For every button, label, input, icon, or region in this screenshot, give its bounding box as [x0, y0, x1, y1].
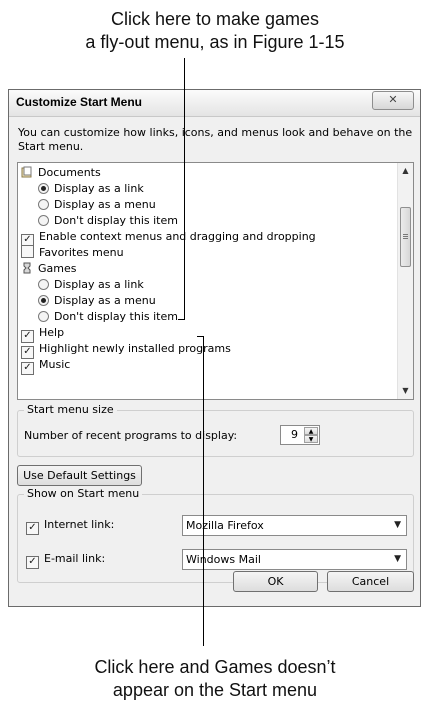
- list-item-documents-hide[interactable]: Don't display this item: [38, 213, 178, 229]
- close-button[interactable]: ✕: [372, 91, 414, 110]
- spin-down-icon[interactable]: ▼: [304, 435, 318, 443]
- top-annotation-line-1: Click here to make games: [110, 9, 320, 29]
- games-icon: [23, 262, 31, 274]
- scroll-thumb[interactable]: [400, 207, 411, 267]
- ok-button[interactable]: OK: [233, 571, 318, 592]
- customize-start-menu-dialog: Customize Start Menu ✕ You can customize…: [8, 89, 421, 607]
- list-item-help[interactable]: ✓ Help: [21, 325, 64, 343]
- list-item-highlight[interactable]: ✓ Highlight newly installed programs: [21, 341, 231, 359]
- email-link-row[interactable]: ✓ E-mail link:: [26, 552, 105, 569]
- chevron-down-icon: ▼: [394, 554, 401, 564]
- documents-menu-radio[interactable]: [38, 199, 49, 210]
- email-link-select[interactable]: Windows Mail ▼: [182, 549, 407, 570]
- start-menu-items-list[interactable]: Documents Display as a link Display as a…: [17, 162, 414, 400]
- scroll-down-icon[interactable]: ▼: [398, 383, 413, 399]
- cancel-button[interactable]: Cancel: [327, 571, 414, 592]
- dialog-description: You can customize how links, icons, and …: [18, 126, 413, 153]
- documents-icon: [21, 166, 32, 178]
- list-item-context-menus[interactable]: ✓ Enable context menus and dragging and d…: [21, 229, 316, 247]
- list-item-documents-link[interactable]: Display as a link: [38, 181, 144, 197]
- games-hide-radio[interactable]: [38, 311, 49, 322]
- bottom-annotation-line-2: appear on the Start menu: [112, 680, 318, 700]
- list-item-games-hide[interactable]: Don't display this item: [38, 309, 178, 325]
- internet-link-select[interactable]: Mozilla Firefox ▼: [182, 515, 407, 536]
- show-on-start-title: Show on Start menu: [24, 487, 143, 501]
- top-annotation-line-2: a fly-out menu, as in Figure 1-15: [85, 32, 345, 52]
- dialog-title: Customize Start Menu: [16, 95, 143, 109]
- recent-programs-value: 9: [291, 428, 298, 441]
- list-item-music[interactable]: ✓ Music: [21, 357, 70, 375]
- list-item-documents-menu[interactable]: Display as a menu: [38, 197, 156, 213]
- email-link-checkbox[interactable]: ✓: [26, 556, 39, 569]
- chevron-down-icon: ▼: [394, 520, 401, 530]
- spin-up-icon[interactable]: ▲: [304, 427, 318, 435]
- documents-link-radio[interactable]: [38, 183, 49, 194]
- use-default-settings-button[interactable]: Use Default Settings: [17, 465, 142, 486]
- games-link-radio[interactable]: [38, 279, 49, 290]
- scroll-up-icon[interactable]: ▲: [398, 163, 413, 179]
- list-item-games-link[interactable]: Display as a link: [38, 277, 144, 293]
- start-menu-size-title: Start menu size: [24, 403, 117, 417]
- favorites-checkbox[interactable]: [21, 245, 34, 258]
- list-item-games: Games: [21, 261, 76, 277]
- internet-link-checkbox[interactable]: ✓: [26, 522, 39, 535]
- top-callout-line: [184, 58, 185, 319]
- close-icon: ✕: [388, 93, 398, 106]
- list-item-documents: Documents: [21, 165, 101, 181]
- dialog-body: You can customize how links, icons, and …: [11, 117, 418, 604]
- title-bar: Customize Start Menu ✕: [9, 90, 420, 117]
- start-menu-size-group: Start menu size Number of recent program…: [17, 403, 414, 457]
- recent-programs-label: Number of recent programs to display:: [24, 429, 238, 442]
- bottom-annotation: Click here and Games doesn’t appear on t…: [0, 656, 430, 702]
- bottom-annotation-line-1: Click here and Games doesn’t: [94, 657, 336, 677]
- documents-hide-radio[interactable]: [38, 215, 49, 226]
- bottom-callout-tick: [197, 336, 204, 337]
- games-menu-radio[interactable]: [38, 295, 49, 306]
- show-on-start-group: Show on Start menu ✓ Internet link: Mozil…: [17, 487, 414, 583]
- list-item-favorites[interactable]: Favorites menu: [21, 245, 124, 261]
- music-checkbox[interactable]: ✓: [21, 362, 34, 375]
- top-annotation: Click here to make games a fly-out menu,…: [0, 8, 430, 54]
- top-callout-tick: [178, 319, 185, 320]
- internet-link-row[interactable]: ✓ Internet link:: [26, 518, 114, 535]
- bottom-callout-line: [203, 336, 204, 646]
- list-scrollbar[interactable]: ▲ ▼: [397, 163, 413, 399]
- recent-programs-stepper[interactable]: 9 ▲ ▼: [280, 425, 320, 445]
- list-item-games-menu[interactable]: Display as a menu: [38, 293, 156, 309]
